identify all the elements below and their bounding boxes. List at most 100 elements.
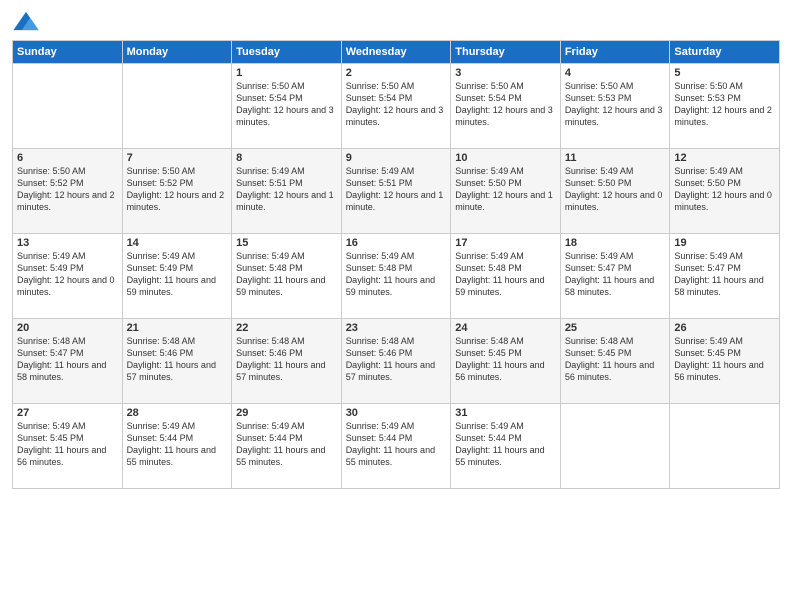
day-number: 5 (674, 67, 775, 79)
calendar-cell: 28Sunrise: 5:49 AM Sunset: 5:44 PM Dayli… (122, 404, 232, 489)
weekday-sunday: Sunday (13, 41, 123, 64)
day-number: 8 (236, 152, 337, 164)
day-number: 13 (17, 237, 118, 249)
day-number: 29 (236, 407, 337, 419)
weekday-saturday: Saturday (670, 41, 780, 64)
calendar-cell: 27Sunrise: 5:49 AM Sunset: 5:45 PM Dayli… (13, 404, 123, 489)
day-info: Sunrise: 5:49 AM Sunset: 5:47 PM Dayligh… (565, 250, 666, 299)
weekday-header-row: SundayMondayTuesdayWednesdayThursdayFrid… (13, 41, 780, 64)
day-info: Sunrise: 5:49 AM Sunset: 5:45 PM Dayligh… (674, 335, 775, 384)
day-info: Sunrise: 5:49 AM Sunset: 5:48 PM Dayligh… (236, 250, 337, 299)
day-info: Sunrise: 5:49 AM Sunset: 5:44 PM Dayligh… (346, 420, 447, 469)
calendar-cell (560, 404, 670, 489)
day-info: Sunrise: 5:50 AM Sunset: 5:54 PM Dayligh… (346, 80, 447, 129)
calendar-cell: 22Sunrise: 5:48 AM Sunset: 5:46 PM Dayli… (232, 319, 342, 404)
day-info: Sunrise: 5:49 AM Sunset: 5:50 PM Dayligh… (674, 165, 775, 214)
calendar-cell: 4Sunrise: 5:50 AM Sunset: 5:53 PM Daylig… (560, 64, 670, 149)
day-number: 7 (127, 152, 228, 164)
day-info: Sunrise: 5:48 AM Sunset: 5:47 PM Dayligh… (17, 335, 118, 384)
day-info: Sunrise: 5:49 AM Sunset: 5:49 PM Dayligh… (17, 250, 118, 299)
day-info: Sunrise: 5:49 AM Sunset: 5:49 PM Dayligh… (127, 250, 228, 299)
week-row-5: 27Sunrise: 5:49 AM Sunset: 5:45 PM Dayli… (13, 404, 780, 489)
day-info: Sunrise: 5:48 AM Sunset: 5:46 PM Dayligh… (127, 335, 228, 384)
day-info: Sunrise: 5:49 AM Sunset: 5:44 PM Dayligh… (127, 420, 228, 469)
calendar-cell: 3Sunrise: 5:50 AM Sunset: 5:54 PM Daylig… (451, 64, 561, 149)
calendar-cell: 26Sunrise: 5:49 AM Sunset: 5:45 PM Dayli… (670, 319, 780, 404)
day-number: 6 (17, 152, 118, 164)
day-info: Sunrise: 5:48 AM Sunset: 5:46 PM Dayligh… (236, 335, 337, 384)
day-info: Sunrise: 5:49 AM Sunset: 5:48 PM Dayligh… (346, 250, 447, 299)
calendar-cell: 1Sunrise: 5:50 AM Sunset: 5:54 PM Daylig… (232, 64, 342, 149)
day-number: 14 (127, 237, 228, 249)
day-number: 1 (236, 67, 337, 79)
day-info: Sunrise: 5:50 AM Sunset: 5:53 PM Dayligh… (565, 80, 666, 129)
day-info: Sunrise: 5:49 AM Sunset: 5:51 PM Dayligh… (236, 165, 337, 214)
day-number: 25 (565, 322, 666, 334)
calendar-cell (122, 64, 232, 149)
calendar-cell: 6Sunrise: 5:50 AM Sunset: 5:52 PM Daylig… (13, 149, 123, 234)
day-info: Sunrise: 5:49 AM Sunset: 5:50 PM Dayligh… (455, 165, 556, 214)
day-info: Sunrise: 5:48 AM Sunset: 5:45 PM Dayligh… (455, 335, 556, 384)
calendar-cell: 14Sunrise: 5:49 AM Sunset: 5:49 PM Dayli… (122, 234, 232, 319)
calendar-cell: 2Sunrise: 5:50 AM Sunset: 5:54 PM Daylig… (341, 64, 451, 149)
weekday-wednesday: Wednesday (341, 41, 451, 64)
calendar-cell: 7Sunrise: 5:50 AM Sunset: 5:52 PM Daylig… (122, 149, 232, 234)
calendar-cell: 17Sunrise: 5:49 AM Sunset: 5:48 PM Dayli… (451, 234, 561, 319)
day-info: Sunrise: 5:50 AM Sunset: 5:53 PM Dayligh… (674, 80, 775, 129)
weekday-monday: Monday (122, 41, 232, 64)
calendar-cell: 13Sunrise: 5:49 AM Sunset: 5:49 PM Dayli… (13, 234, 123, 319)
weekday-thursday: Thursday (451, 41, 561, 64)
day-number: 27 (17, 407, 118, 419)
day-number: 18 (565, 237, 666, 249)
week-row-4: 20Sunrise: 5:48 AM Sunset: 5:47 PM Dayli… (13, 319, 780, 404)
week-row-3: 13Sunrise: 5:49 AM Sunset: 5:49 PM Dayli… (13, 234, 780, 319)
logo-icon (12, 10, 40, 32)
calendar-cell: 8Sunrise: 5:49 AM Sunset: 5:51 PM Daylig… (232, 149, 342, 234)
calendar-cell (13, 64, 123, 149)
day-number: 16 (346, 237, 447, 249)
day-number: 28 (127, 407, 228, 419)
day-number: 24 (455, 322, 556, 334)
day-info: Sunrise: 5:49 AM Sunset: 5:44 PM Dayligh… (236, 420, 337, 469)
day-number: 20 (17, 322, 118, 334)
day-info: Sunrise: 5:49 AM Sunset: 5:47 PM Dayligh… (674, 250, 775, 299)
day-info: Sunrise: 5:50 AM Sunset: 5:54 PM Dayligh… (455, 80, 556, 129)
day-number: 30 (346, 407, 447, 419)
calendar-cell (670, 404, 780, 489)
week-row-2: 6Sunrise: 5:50 AM Sunset: 5:52 PM Daylig… (13, 149, 780, 234)
day-number: 15 (236, 237, 337, 249)
calendar-cell: 12Sunrise: 5:49 AM Sunset: 5:50 PM Dayli… (670, 149, 780, 234)
calendar-cell: 11Sunrise: 5:49 AM Sunset: 5:50 PM Dayli… (560, 149, 670, 234)
day-info: Sunrise: 5:48 AM Sunset: 5:45 PM Dayligh… (565, 335, 666, 384)
calendar-cell: 31Sunrise: 5:49 AM Sunset: 5:44 PM Dayli… (451, 404, 561, 489)
day-number: 23 (346, 322, 447, 334)
day-number: 26 (674, 322, 775, 334)
calendar-cell: 18Sunrise: 5:49 AM Sunset: 5:47 PM Dayli… (560, 234, 670, 319)
main-container: SundayMondayTuesdayWednesdayThursdayFrid… (0, 0, 792, 499)
calendar-cell: 25Sunrise: 5:48 AM Sunset: 5:45 PM Dayli… (560, 319, 670, 404)
calendar-cell: 21Sunrise: 5:48 AM Sunset: 5:46 PM Dayli… (122, 319, 232, 404)
day-info: Sunrise: 5:49 AM Sunset: 5:48 PM Dayligh… (455, 250, 556, 299)
day-info: Sunrise: 5:50 AM Sunset: 5:52 PM Dayligh… (127, 165, 228, 214)
day-number: 2 (346, 67, 447, 79)
day-number: 17 (455, 237, 556, 249)
day-number: 19 (674, 237, 775, 249)
calendar-cell: 15Sunrise: 5:49 AM Sunset: 5:48 PM Dayli… (232, 234, 342, 319)
weekday-friday: Friday (560, 41, 670, 64)
day-number: 31 (455, 407, 556, 419)
calendar-cell: 19Sunrise: 5:49 AM Sunset: 5:47 PM Dayli… (670, 234, 780, 319)
header (12, 10, 780, 32)
calendar-table: SundayMondayTuesdayWednesdayThursdayFrid… (12, 40, 780, 489)
calendar-cell: 30Sunrise: 5:49 AM Sunset: 5:44 PM Dayli… (341, 404, 451, 489)
day-info: Sunrise: 5:49 AM Sunset: 5:45 PM Dayligh… (17, 420, 118, 469)
day-info: Sunrise: 5:49 AM Sunset: 5:51 PM Dayligh… (346, 165, 447, 214)
day-info: Sunrise: 5:49 AM Sunset: 5:44 PM Dayligh… (455, 420, 556, 469)
calendar-cell: 16Sunrise: 5:49 AM Sunset: 5:48 PM Dayli… (341, 234, 451, 319)
logo (12, 10, 44, 32)
day-number: 9 (346, 152, 447, 164)
calendar-cell: 24Sunrise: 5:48 AM Sunset: 5:45 PM Dayli… (451, 319, 561, 404)
day-info: Sunrise: 5:48 AM Sunset: 5:46 PM Dayligh… (346, 335, 447, 384)
day-info: Sunrise: 5:50 AM Sunset: 5:52 PM Dayligh… (17, 165, 118, 214)
calendar-cell: 10Sunrise: 5:49 AM Sunset: 5:50 PM Dayli… (451, 149, 561, 234)
day-number: 21 (127, 322, 228, 334)
